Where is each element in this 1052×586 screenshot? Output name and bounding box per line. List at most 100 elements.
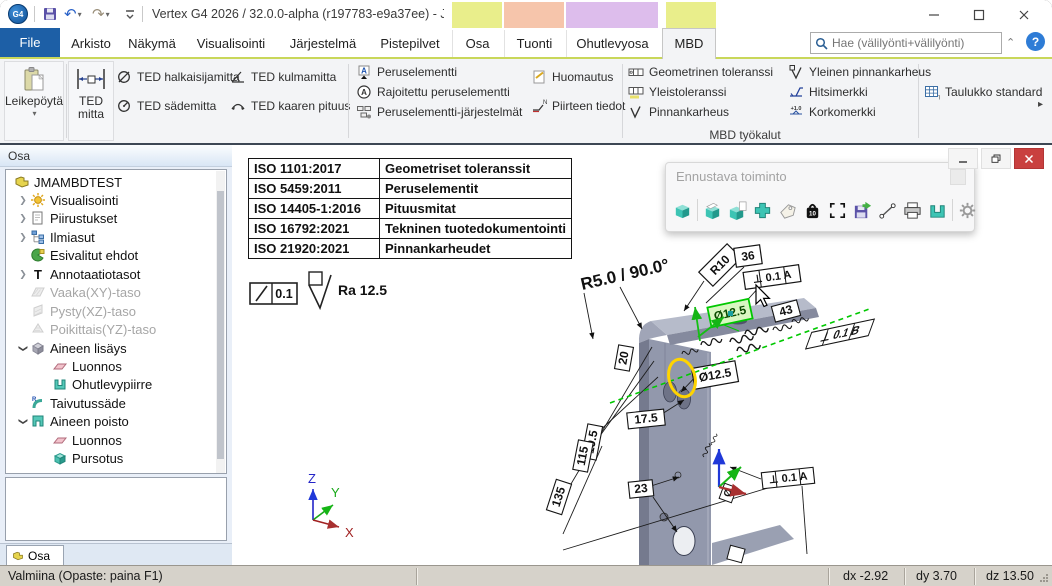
fcf-perpendicular-b[interactable]: ⊥ 0.1 B	[806, 319, 875, 349]
tab-osa[interactable]: Osa	[452, 30, 502, 57]
tab-visualisointi[interactable]: Visualisointi	[184, 30, 278, 57]
tree-item-piirustukset[interactable]: ❯ Piirustukset	[6, 209, 226, 227]
dimension-20[interactable]: 20	[615, 345, 634, 371]
dimension-dia-small[interactable]: Ø	[719, 483, 737, 502]
tree-item-jmambdtest[interactable]: JMAMBDTEST	[6, 173, 226, 191]
dimension-r5-90[interactable]: R5.0 / 90.0°	[579, 255, 671, 294]
chevron-right-icon[interactable]: ❯	[16, 269, 30, 280]
printer-icon[interactable]	[902, 200, 923, 221]
undo-dropdown-icon[interactable]: ▾	[78, 10, 82, 19]
peruselementti-button[interactable]: A Peruselementti	[356, 62, 457, 82]
tab-jarjestelma[interactable]: Järjestelmä	[278, 30, 368, 57]
tree-item-visualisointi[interactable]: ❯ Visualisointi	[6, 191, 226, 209]
tab-tuonti[interactable]: Tuonti	[504, 30, 564, 57]
dimension-135[interactable]: 135	[546, 479, 571, 514]
korkomerkki-button[interactable]: +1.0 Korkomerkki	[788, 102, 876, 122]
part-model[interactable]	[639, 298, 819, 565]
ribbon-overflow-arrow[interactable]: ▸	[1038, 99, 1043, 110]
selection-frame-icon[interactable]	[827, 200, 848, 221]
tree-item-aineen-poisto[interactable]: ❯ Aineen poisto	[6, 412, 226, 430]
document-restore-button[interactable]	[981, 148, 1011, 169]
part-box-icon[interactable]	[672, 200, 693, 221]
collapse-ribbon-icon[interactable]: ⌃	[1006, 36, 1015, 49]
undo-button[interactable]: ↶▾	[64, 3, 82, 25]
yleistoleranssi-button[interactable]: Yleistoleranssi	[628, 82, 726, 102]
tab-pistepilvet[interactable]: Pistepilvet	[368, 30, 452, 57]
tree-item-aineen-lisays[interactable]: ❯ Aineen lisäys	[6, 339, 226, 357]
ted-mitta-button[interactable]: TEDmitta	[68, 61, 114, 141]
tree-item-luonnos-1[interactable]: Luonnos	[6, 357, 226, 375]
tab-nakyma[interactable]: Näkymä	[120, 30, 184, 57]
pinnankarheus-button[interactable]: Pinnankarheus	[628, 102, 729, 122]
chevron-right-icon[interactable]: ❯	[16, 195, 30, 206]
ted-kaaren-pituus-button[interactable]: TED kaaren pituus	[230, 96, 350, 116]
bent-part-icon[interactable]	[927, 200, 948, 221]
ted-halkaisijamitta-button[interactable]: TED halkaisijamitta	[116, 67, 240, 87]
tree-scrollbar[interactable]	[216, 171, 225, 473]
cad-viewport[interactable]: 0.1 Ra 12.5 R5.0 / 90.0° R10 36	[232, 145, 1052, 565]
chevron-down-icon[interactable]: ❯	[18, 341, 29, 355]
minimize-button[interactable]	[917, 3, 951, 26]
peruselementti-jarjestelmat-button[interactable]: Peruselementti-järjestelmät	[356, 102, 522, 122]
rajoitettu-peruselementti-button[interactable]: A Rajoitettu peruselementti	[356, 82, 510, 102]
tree-item-poikittais-yz-taso[interactable]: Poikittais(YZ)-taso	[6, 320, 226, 338]
clipboard-button[interactable]: Leikepöytä ▾	[4, 61, 64, 141]
tree-item-annotaatiotasot[interactable]: ❯ T Annotaatiotasot	[6, 265, 226, 283]
tree-item-taivutussade[interactable]: R Taivutussäde	[6, 394, 226, 412]
open-part-page-icon[interactable]	[727, 200, 748, 221]
chevron-down-icon[interactable]: ❯	[18, 414, 29, 428]
tab-arkisto[interactable]: Arkisto	[62, 30, 120, 57]
piirteen-tiedot-button[interactable]: N Piirteen tiedot	[531, 96, 625, 116]
huomautus-button[interactable]: Huomautus	[531, 67, 613, 87]
weight-10-icon[interactable]: 10	[802, 200, 823, 221]
close-button[interactable]	[1007, 3, 1041, 26]
hitsimerkki-button[interactable]: Hitsimerkki	[788, 82, 868, 102]
dimension-17-5[interactable]: 17.5	[627, 409, 665, 429]
chevron-right-icon[interactable]: ❯	[16, 213, 30, 224]
tree-item-ilmiasut[interactable]: ❯ Ilmiasut	[6, 228, 226, 246]
tree-item-esivalitut-ehdot[interactable]: Esivalitut ehdot	[6, 246, 226, 264]
ribbon-options-button[interactable]	[124, 3, 136, 25]
redo-dropdown-icon[interactable]: ▾	[106, 10, 110, 19]
ted-sademitta-button[interactable]: TED sädemitta	[116, 96, 216, 116]
tree-item-luonnos-2[interactable]: Luonnos	[6, 431, 226, 449]
save-button[interactable]	[42, 3, 58, 25]
gear-icon[interactable]	[957, 200, 978, 221]
tree-item-ohutlevypiirre[interactable]: Ohutlevypiirre	[6, 375, 226, 393]
tab-mbd[interactable]: MBD	[662, 28, 716, 59]
dimension-23[interactable]: 23	[628, 480, 654, 498]
tag-icon[interactable]	[777, 200, 798, 221]
dimension-36[interactable]: 36	[734, 245, 762, 267]
tree-item-pysty-xz-taso[interactable]: Pysty(XZ)-taso	[6, 302, 226, 320]
dimension-115[interactable]: 115	[573, 440, 593, 472]
chevron-right-icon[interactable]: ❯	[16, 232, 30, 243]
tab-file[interactable]: File	[0, 28, 60, 57]
model-tree[interactable]: JMAMBDTEST ❯ Visualisointi ❯ Piirustukse…	[5, 169, 227, 474]
geometrinen-toleranssi-button[interactable]: Geometrinen toleranssi	[628, 62, 773, 82]
help-icon[interactable]: ?	[1026, 32, 1045, 51]
measure-line-icon[interactable]	[877, 200, 898, 221]
search-input[interactable]	[832, 36, 992, 50]
redo-button[interactable]: ↷▾	[92, 3, 110, 25]
yleinen-pinnankarheus-button[interactable]: Yleinen pinnankarheus	[788, 62, 931, 82]
tree-item-clipped[interactable]	[6, 467, 226, 474]
palette-more-button[interactable]	[950, 169, 966, 185]
maximize-button[interactable]	[962, 3, 996, 26]
fcf-perpendicular-a-top[interactable]: ⊥ 0.1 A	[743, 265, 801, 290]
clipboard-dropdown-icon[interactable]: ▾	[32, 109, 36, 118]
document-close-button[interactable]	[1014, 148, 1044, 169]
resize-grip[interactable]	[1039, 573, 1049, 583]
open-part-icon[interactable]	[702, 200, 723, 221]
panel-tab-osa[interactable]: Osa	[6, 545, 64, 566]
document-minimize-button[interactable]	[948, 148, 978, 169]
taulukko-standard-button[interactable]: T Taulukko standard	[924, 82, 1042, 102]
tree-item-pursotus[interactable]: Pursotus	[6, 449, 226, 467]
fcf-perpendicular-a-bottom[interactable]: ⊥ 0.1 A	[761, 467, 814, 488]
tab-ohutlevyosa[interactable]: Ohutlevyosa	[566, 30, 658, 57]
plus-cross-icon[interactable]	[752, 200, 773, 221]
tree-scrollbar-thumb[interactable]	[217, 191, 224, 459]
app-logo-g4[interactable]: G4	[8, 4, 28, 24]
ted-kulmamitta-button[interactable]: TED kulmamitta	[230, 67, 336, 87]
tree-item-vaaka-xy-taso[interactable]: Vaaka(XY)-taso	[6, 283, 226, 301]
save-disk-icon[interactable]	[852, 200, 873, 221]
